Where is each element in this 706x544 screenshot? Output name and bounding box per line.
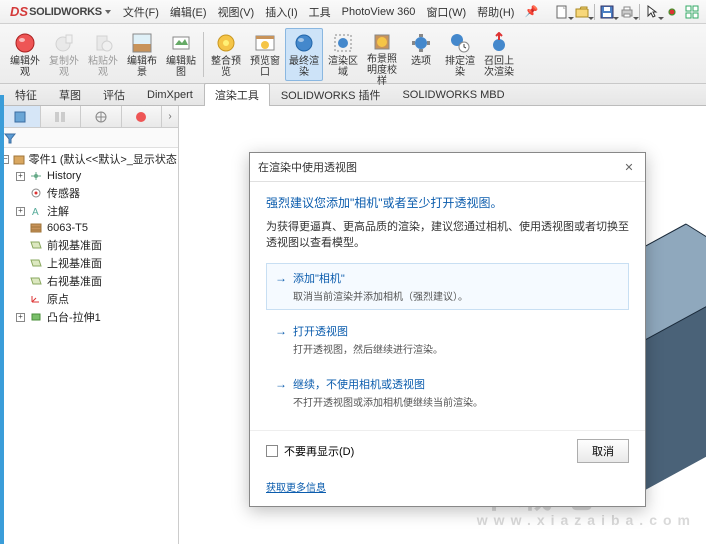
qat-print[interactable]	[617, 3, 637, 21]
rib-edit-appearance[interactable]: 编辑外观	[6, 28, 44, 81]
tree-item[interactable]: 传感器	[0, 184, 178, 202]
tab-sketch[interactable]: 草图	[48, 83, 92, 107]
plane-icon	[28, 274, 44, 288]
app-logo: DS SOLIDWORKS	[4, 4, 117, 19]
annotation-icon: A	[28, 204, 44, 218]
rib-final-render[interactable]: 最终渲染	[285, 28, 323, 81]
menu-window[interactable]: 窗口(W)	[421, 1, 471, 23]
dont-show-label[interactable]: 不要再显示(D)	[284, 443, 354, 459]
menu-help[interactable]: 帮助(H)	[472, 1, 519, 23]
close-icon[interactable]: ✕	[621, 159, 637, 175]
sidetab-expand[interactable]: ›	[162, 106, 178, 127]
pin-icon[interactable]: 📌	[524, 5, 538, 18]
expand-icon[interactable]: +	[16, 313, 25, 322]
rib-preview-integrate[interactable]: 整合预览	[207, 28, 245, 81]
plane-icon	[28, 238, 44, 252]
tree-item[interactable]: 上视基准面	[0, 254, 178, 272]
cancel-button[interactable]: 取消	[577, 439, 629, 463]
qat-settings[interactable]	[682, 3, 702, 21]
rib-edit-decal[interactable]: 编辑贴图	[162, 28, 200, 81]
tree-item[interactable]: +凸台-拉伸1	[0, 308, 178, 326]
menu-view[interactable]: 视图(V)	[213, 1, 260, 23]
filter-row	[0, 128, 178, 148]
qat-save[interactable]	[597, 3, 617, 21]
menu-edit[interactable]: 编辑(E)	[165, 1, 212, 23]
tree-item[interactable]: 6063-T5	[0, 220, 178, 236]
expand-icon[interactable]: +	[16, 207, 25, 216]
tree-item[interactable]: 前视基准面	[0, 236, 178, 254]
history-icon	[28, 169, 44, 183]
tab-render-tools[interactable]: 渲染工具	[204, 83, 270, 107]
tab-sw-mbd[interactable]: SOLIDWORKS MBD	[391, 85, 515, 105]
expand-icon[interactable]: +	[16, 172, 25, 181]
svg-text:A: A	[32, 207, 39, 217]
tree-item[interactable]: +History	[0, 168, 178, 184]
qat-rebuild[interactable]	[662, 3, 682, 21]
sidebar-tabs: ›	[0, 106, 178, 128]
tab-dimxpert[interactable]: DimXpert	[136, 85, 204, 105]
qat-select[interactable]	[642, 3, 662, 21]
menu-insert[interactable]: 插入(I)	[260, 1, 302, 23]
option-add-camera[interactable]: →添加"相机" 取消当前渲染并添加相机（强烈建议）。	[266, 263, 629, 310]
sidetab-property[interactable]	[41, 106, 82, 127]
option-open-perspective[interactable]: →打开透视图 打开透视图，然后继续进行渲染。	[266, 316, 629, 363]
option-continue[interactable]: →继续，不使用相机或透视图 不打开透视图或添加相机便继续当前渲染。	[266, 369, 629, 416]
perspective-dialog: 在渲染中使用透视图 ✕ 强烈建议您添加"相机"或者至少打开透视图。 为获得更逼真…	[249, 152, 646, 507]
menu-file[interactable]: 文件(F)	[118, 1, 164, 23]
sidetab-tree[interactable]	[0, 106, 41, 127]
filter-icon[interactable]	[4, 132, 16, 144]
quick-access-toolbar	[552, 3, 702, 21]
tree-root[interactable]: − 零件1 (默认<<默认>_显示状态 1>)	[0, 150, 178, 168]
tab-feature[interactable]: 特征	[4, 83, 48, 107]
arrow-icon: →	[275, 377, 287, 391]
rib-copy-appearance[interactable]: 复制外观	[45, 28, 83, 81]
dialog-description: 为获得更逼真、更高品质的渲染，建议您通过相机、使用透视图或者切换至透视图以查看模…	[266, 219, 629, 251]
rib-schedule-render[interactable]: 排定渲染	[441, 28, 479, 81]
command-tabs: 特征 草图 评估 DimXpert 渲染工具 SOLIDWORKS 插件 SOL…	[0, 84, 706, 106]
tab-sw-addins[interactable]: SOLIDWORKS 插件	[270, 83, 392, 107]
qat-new[interactable]	[552, 3, 572, 21]
dialog-footer: 不要再显示(D) 取消	[250, 430, 645, 473]
rib-lighting-proof[interactable]: 布景照明度校样	[363, 28, 401, 81]
dont-show-checkbox[interactable]	[266, 445, 278, 457]
menu-photoview[interactable]: PhotoView 360	[337, 3, 421, 21]
extrude-icon	[28, 310, 44, 324]
rib-paste-appearance[interactable]: 粘贴外观	[84, 28, 122, 81]
tree-item[interactable]: +A注解	[0, 202, 178, 220]
menubar: DS SOLIDWORKS 文件(F) 编辑(E) 视图(V) 插入(I) 工具…	[0, 0, 706, 24]
feature-manager: › − 零件1 (默认<<默认>_显示状态 1>) +History 传感器 +…	[0, 106, 179, 544]
feature-tree: − 零件1 (默认<<默认>_显示状态 1>) +History 传感器 +A注…	[0, 148, 178, 328]
arrow-icon: →	[275, 271, 287, 285]
menu-tools[interactable]: 工具	[304, 1, 336, 23]
rib-render-region[interactable]: 渲染区域	[324, 28, 362, 81]
qat-open[interactable]	[572, 3, 592, 21]
part-icon	[12, 152, 26, 166]
sensor-icon	[28, 186, 44, 200]
more-info-link[interactable]: 获取更多信息	[266, 483, 326, 494]
rib-edit-scene[interactable]: 编辑布景	[123, 28, 161, 81]
tab-evaluate[interactable]: 评估	[92, 83, 136, 107]
arrow-icon: →	[275, 324, 287, 338]
tree-item[interactable]: 右视基准面	[0, 272, 178, 290]
rib-options[interactable]: 选项	[402, 28, 440, 81]
rib-preview-window[interactable]: 预览窗口	[246, 28, 284, 81]
dialog-heading: 强烈建议您添加"相机"或者至少打开透视图。	[266, 194, 629, 211]
dialog-titlebar: 在渲染中使用透视图 ✕	[250, 153, 645, 182]
plane-icon	[28, 256, 44, 270]
tree-item[interactable]: 原点	[0, 290, 178, 308]
sidetab-appearance[interactable]	[122, 106, 163, 127]
material-icon	[28, 221, 44, 235]
sidetab-config[interactable]	[81, 106, 122, 127]
rib-recall-render[interactable]: 召回上次渲染	[480, 28, 518, 81]
ribbon: 编辑外观 复制外观 粘贴外观 编辑布景 编辑贴图 整合预览 预览窗口 最终渲染 …	[0, 24, 706, 84]
window-edge	[0, 95, 4, 544]
origin-icon	[28, 292, 44, 306]
